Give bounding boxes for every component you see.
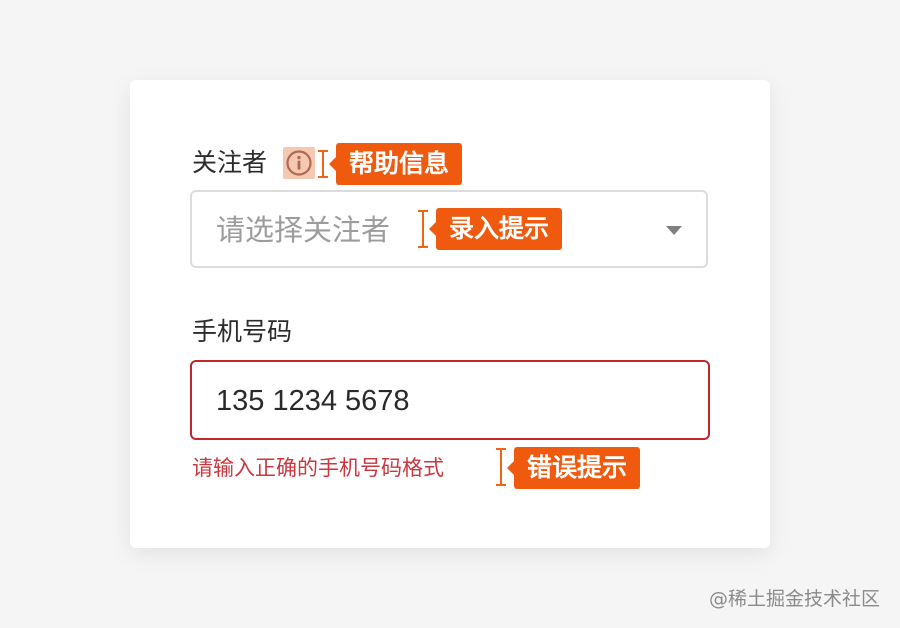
help-info-tag: 帮助信息 — [328, 143, 463, 185]
watermark: @稀土掘金技术社区 — [708, 588, 880, 610]
input-hint-tag: 录入提示 — [428, 208, 563, 250]
help-bracket — [318, 150, 328, 178]
phone-input-value: 135 1234 5678 — [216, 385, 410, 417]
form-card: 关注者 帮助信息 请选择关注者 录入提示 手机号码 135 1234 5678 … — [130, 80, 770, 548]
caret-down-icon[interactable] — [666, 226, 682, 235]
phone-input[interactable]: 135 1234 5678 — [190, 360, 710, 440]
phone-label: 手机号码 — [192, 317, 293, 346]
info-circle-icon[interactable] — [285, 149, 313, 177]
input-hint-bracket — [418, 210, 428, 248]
error-hint-tag: 错误提示 — [506, 447, 641, 489]
help-info-icon-wrapper[interactable] — [283, 147, 315, 179]
follower-select-placeholder: 请选择关注者 — [216, 213, 391, 247]
follower-label: 关注者 — [192, 148, 268, 177]
error-hint-bracket — [496, 448, 506, 486]
phone-error-message: 请输入正确的手机号码格式 — [192, 456, 444, 480]
